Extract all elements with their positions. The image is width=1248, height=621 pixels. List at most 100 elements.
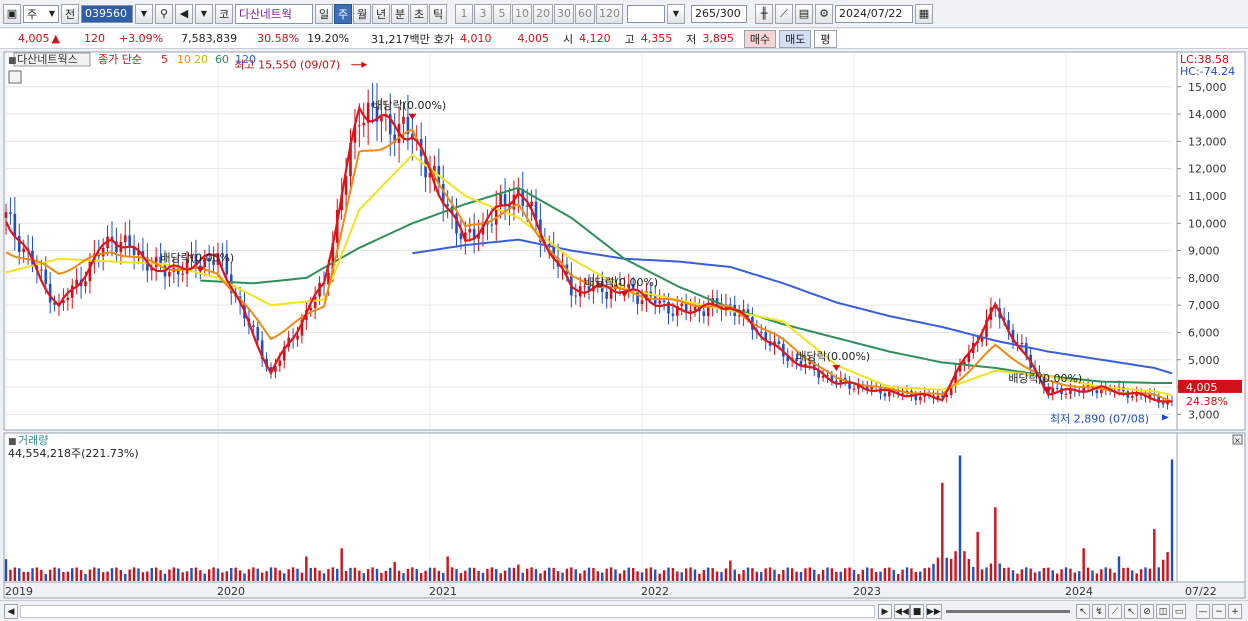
code-badge[interactable]: 코 [215,3,233,24]
period-tab-3[interactable]: 년 [372,3,390,24]
scroll-track[interactable] [20,605,875,618]
multiplier-tab-5[interactable]: 30 [554,3,574,24]
stock-chart[interactable]: 최고 15,550 (09/07)최저 2,890 (07/08)배당락(0.0… [0,50,1248,600]
crop-icon[interactable]: ▭ [1172,604,1186,619]
sell-button[interactable]: 매도 [779,29,812,48]
volume-bar [733,569,736,581]
period-tab-0[interactable]: 일 [315,3,333,24]
zoom-plus-icon[interactable]: + [1228,604,1242,619]
period-tab-4[interactable]: 분 [391,3,409,24]
draw-tool-icon-6[interactable]: ◫ [1156,604,1170,619]
y-tick-label: 11,000 [1188,190,1227,203]
volume-bar [689,567,692,581]
zoom-out-minus-icon[interactable]: — [1196,604,1210,619]
search-icon[interactable]: ⚲ [155,3,173,24]
candle-body [358,125,361,127]
current-price: 4,005 [18,32,50,45]
calendar-icon[interactable]: ▦ [915,3,933,24]
period-tab-2[interactable]: 월 [353,3,371,24]
period-tab-6[interactable]: 틱 [429,3,447,24]
interval-dropdown-icon[interactable]: ▼ [667,3,685,24]
market-select[interactable]: 주 ▼ [23,4,59,23]
price-panel [3,51,1178,431]
stop-icon[interactable]: ■ [910,604,924,619]
table-icon[interactable] [8,70,22,84]
multiplier-tab-4[interactable]: 20 [533,3,553,24]
volume-bar [274,567,277,581]
volume-bar [742,569,745,581]
x-tick-label: 2020 [217,585,245,598]
scroll-left-icon[interactable]: ◀ [4,604,18,619]
draw-tool-icon-4[interactable]: ↖ [1124,604,1138,619]
prev-button[interactable]: 전 [61,3,79,24]
line-chart-icon[interactable]: ⟋ [775,3,793,24]
draw-tool-icon-3[interactable]: ⟋ [1108,604,1122,619]
volume-bar [190,568,193,581]
code-dropdown-icon[interactable]: ▼ [135,3,153,24]
multiplier-tab-7[interactable]: 120 [596,3,623,24]
flat-button[interactable]: 평 [814,29,837,48]
volume-bar [1038,571,1041,581]
volume-bar [106,571,109,581]
zoom-minus-icon[interactable]: − [1212,604,1226,619]
volume-bar [93,567,96,581]
volume-bar [481,572,485,581]
volume-bar [159,570,162,581]
volume-bar [411,567,414,581]
candle-body [490,224,494,226]
interval-input[interactable] [627,4,665,23]
candle-body [309,307,313,311]
volume-bar [782,569,785,581]
multiplier-tab-6[interactable]: 60 [575,3,595,24]
volume-bar [283,573,286,581]
gear-icon[interactable]: ⚙ [815,3,833,24]
candle-body [883,393,887,397]
multiplier-tab-3[interactable]: 10 [512,3,532,24]
volume-bar [88,569,92,581]
volume-bar [720,572,723,581]
hc-value: HC:-74.24 [1180,65,1235,78]
draw-tool-icon-1[interactable]: ↖ [1076,604,1090,619]
volume-bar [225,571,229,581]
volume-bar [238,570,242,581]
volume-bar [707,567,710,581]
volume-bar [521,572,524,581]
volume-bar [698,573,701,581]
volume-bar [230,567,233,581]
volume-bar [1029,568,1032,581]
fast-forward-icon[interactable]: ▶▶ [926,604,942,619]
volume-bar [62,571,65,581]
y-tick-label: 10,000 [1188,217,1227,230]
volume-bar [495,569,498,581]
speaker-icon[interactable]: ◀ [175,3,193,24]
multiplier-tab-2[interactable]: 5 [493,3,511,24]
draw-tool-icon-2[interactable]: ↯ [1092,604,1106,619]
volume-bar [1091,570,1094,581]
volume-bar [874,571,878,581]
rewind-icon[interactable]: ◀◀ [894,604,910,619]
period-tab-1[interactable]: 주 [334,3,352,24]
volume-bar [137,568,140,581]
candle-icon[interactable]: ╫ [755,3,773,24]
candle-body [402,116,405,124]
buy-button[interactable]: 매수 [743,29,777,48]
volume-bar [755,571,759,581]
volume-bar [654,569,657,581]
count-input[interactable]: 265/300 [691,4,747,23]
period-tab-5[interactable]: 초 [410,3,428,24]
multiplier-tab-1[interactable]: 3 [474,3,492,24]
candle-body [22,248,25,253]
zoom-slider[interactable] [946,610,1070,613]
date-input[interactable]: 2024/07/22 [835,4,913,23]
speaker-dropdown-icon[interactable]: ▼ [195,3,213,24]
layout-icon[interactable]: ▣ [3,3,21,24]
scroll-right-icon[interactable]: ▶ [878,604,892,619]
volume-bar [1144,567,1147,581]
code-input[interactable]: 039560 [81,4,133,23]
volume-bar [843,568,847,581]
candle-body [128,235,131,248]
save-icon[interactable]: ▤ [795,3,813,24]
current-change-label: 24.38% [1186,395,1228,408]
multiplier-tab-0[interactable]: 1 [455,3,473,24]
draw-tool-icon-5[interactable]: ⊘ [1140,604,1154,619]
